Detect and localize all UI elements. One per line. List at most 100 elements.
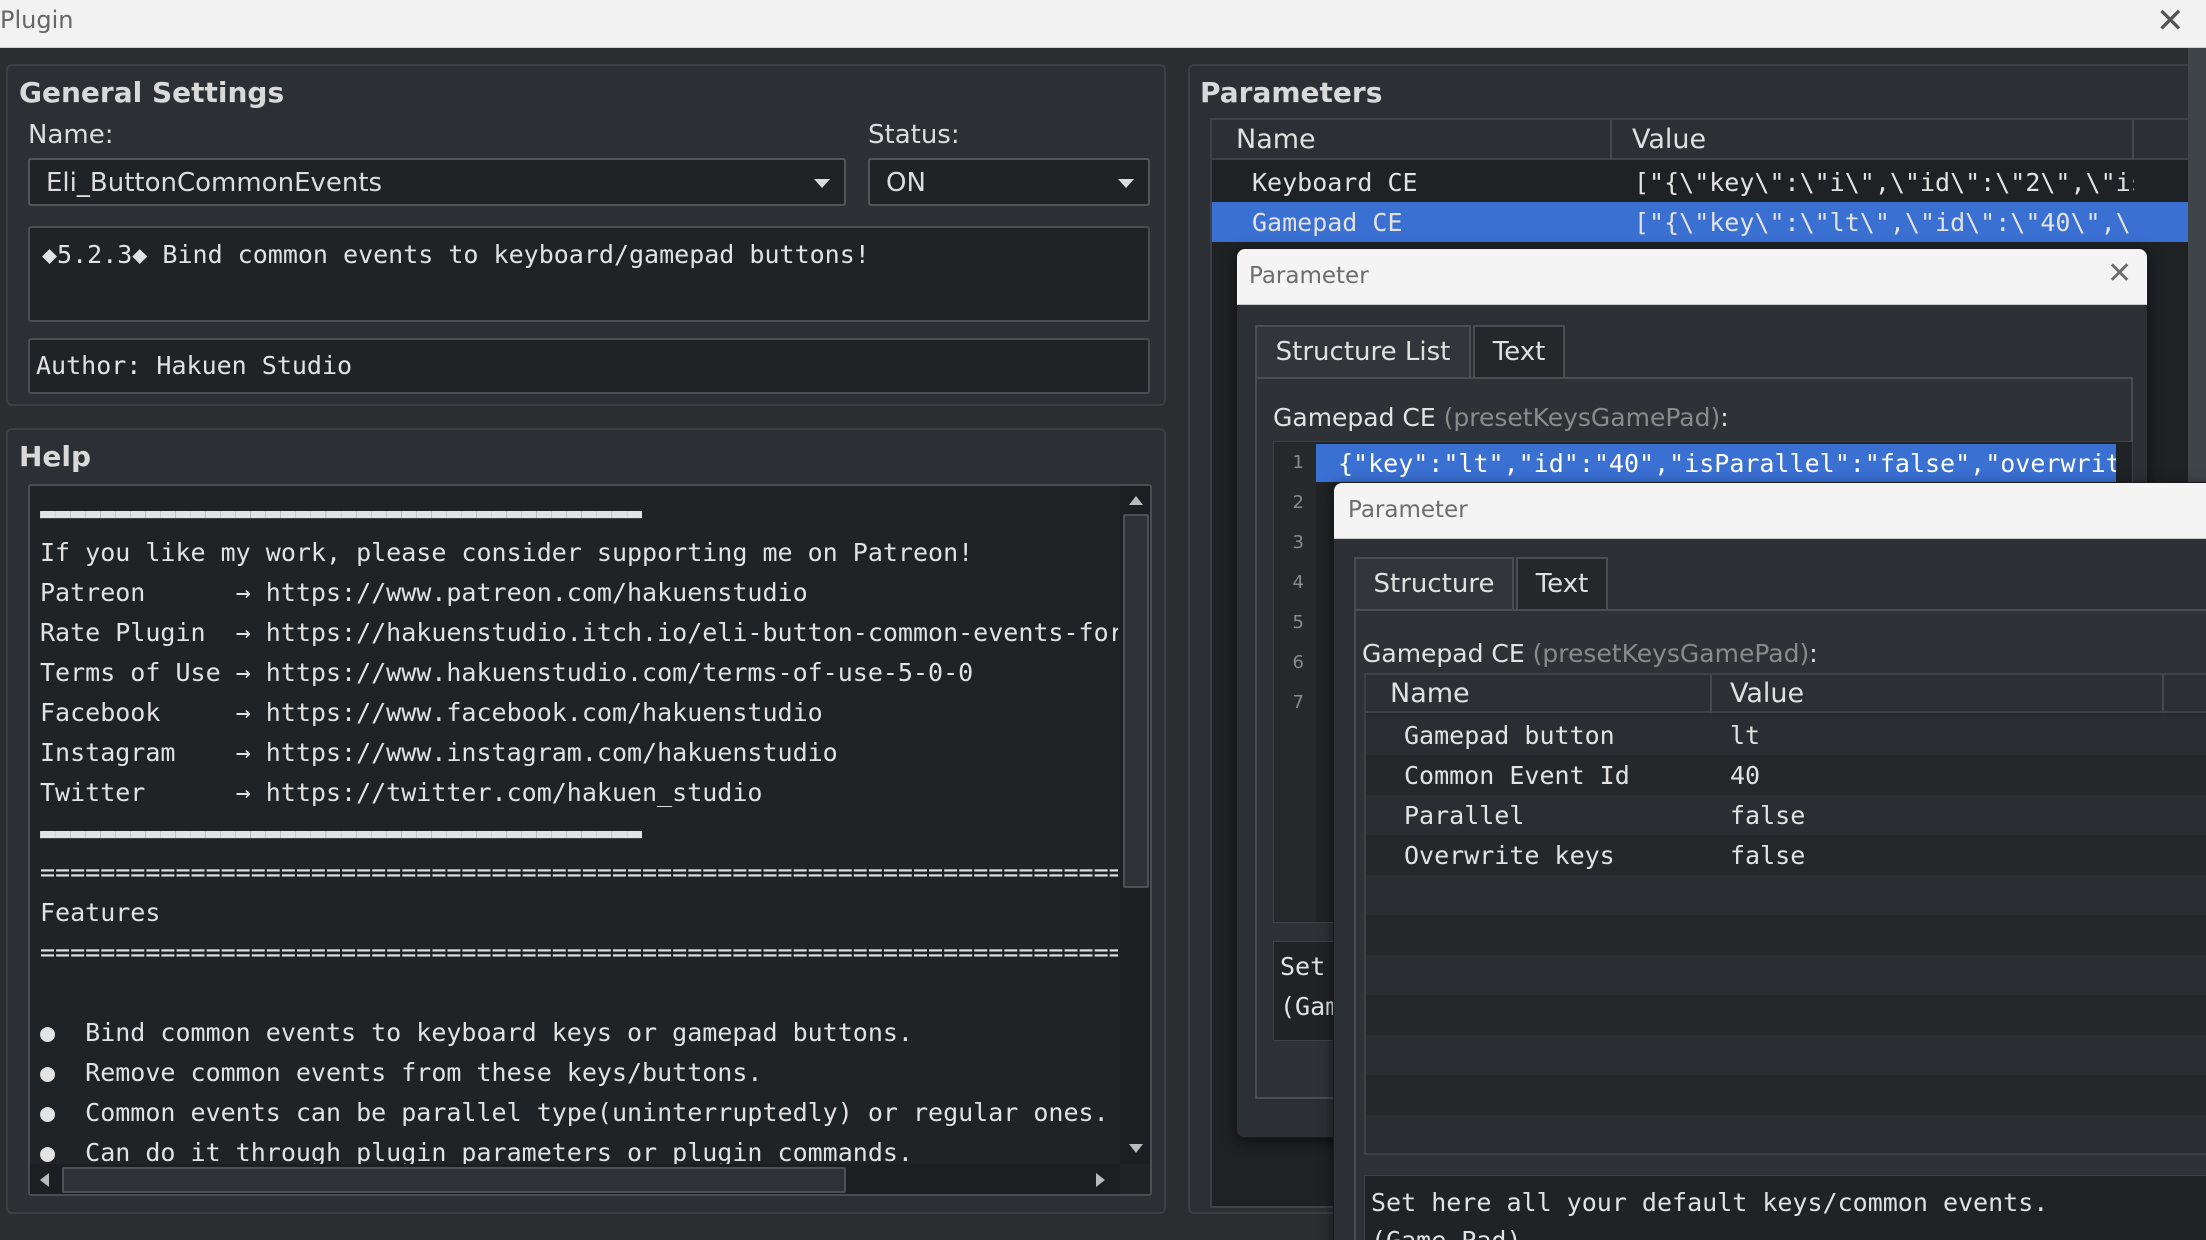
help-line: Patreon → https://www.patreon.com/hakuen…	[40, 578, 808, 607]
param-name: Gamepad CE	[1252, 208, 1403, 237]
help-line: ● Remove common events from these keys/b…	[40, 1058, 763, 1087]
plugin-name-select[interactable]: Eli_ButtonCommonEvents	[28, 158, 846, 206]
col-value-header[interactable]: Value	[1632, 124, 1706, 155]
author-text: Author: Hakuen Studio	[36, 351, 353, 380]
field-name: Parallel	[1404, 801, 1525, 830]
param-name: Gamepad CE	[1362, 639, 1525, 668]
list-item-selected[interactable]: {"key":"lt","id":"40","isParallel":"fals…	[1316, 444, 2116, 482]
parameters-table-header: Name Value	[1212, 120, 2188, 160]
line-number: 3	[1292, 532, 1304, 553]
status-select[interactable]: ON	[868, 158, 1150, 206]
line-number: 1	[1292, 452, 1304, 473]
col-name-header[interactable]: Name	[1236, 124, 1316, 155]
general-settings-panel: General Settings Name: Eli_ButtonCommonE…	[6, 64, 1166, 406]
scroll-right-icon[interactable]	[1096, 1173, 1105, 1187]
help-line: ● Common events can be parallel type(uni…	[40, 1098, 1109, 1127]
help-line: Rate Plugin → https://hakuenstudio.itch.…	[40, 618, 1118, 647]
param-name: Keyboard CE	[1252, 168, 1418, 197]
status-label: Status:	[868, 120, 960, 150]
field-value: false	[1730, 801, 1806, 830]
help-line: Twitter → https://twitter.com/hakuen_stu…	[40, 778, 763, 807]
field-name: Gamepad button	[1404, 721, 1615, 750]
dialog-2-param-heading: Gamepad CE (presetKeysGamePad):	[1362, 639, 1818, 668]
colon: :	[1809, 639, 1818, 668]
field-value: 40	[1730, 761, 1761, 790]
table-row[interactable]: Gamepad button lt	[1366, 715, 2206, 755]
colon: :	[1720, 403, 1729, 432]
tab-text[interactable]: Text	[1473, 325, 1565, 379]
help-line: ========================================…	[40, 858, 1118, 887]
help-line: Features	[40, 898, 161, 927]
help-line: ========================================…	[40, 938, 1118, 967]
help-hscroll-thumb[interactable]	[62, 1167, 846, 1193]
field-value: lt	[1730, 721, 1761, 750]
line-number-gutter: 1 2 3 4 5 6 7	[1274, 442, 1316, 922]
field-value: false	[1730, 841, 1806, 870]
param-name: Gamepad CE	[1273, 403, 1436, 432]
help-horizontal-scrollbar[interactable]	[30, 1164, 1120, 1194]
help-title: Help	[19, 440, 92, 473]
table-row[interactable]: Common Event Id 40	[1366, 755, 2206, 795]
list-item-text: {"key":"lt","id":"40","isParallel":"fals…	[1338, 449, 2116, 478]
line-number: 4	[1292, 572, 1304, 593]
help-line: If you like my work, please consider sup…	[40, 538, 974, 567]
field-name: Common Event Id	[1404, 761, 1630, 790]
general-settings-title: General Settings	[19, 76, 285, 109]
window-titlebar: Plugin ✕	[0, 0, 2206, 48]
structure-table: Name Value Gamepad button lt Common Even…	[1364, 673, 2206, 1155]
scroll-down-icon[interactable]	[1129, 1144, 1143, 1153]
help-line: ▬▬▬▬▬▬▬▬▬▬▬▬▬▬▬▬▬▬▬▬▬▬▬▬▬▬▬▬▬▬▬▬▬▬▬▬▬▬▬▬	[40, 498, 643, 527]
window-close-icon[interactable]: ✕	[2156, 4, 2185, 38]
param-value: ["{\"key\":\"i\",\"id\":\"2\",\"is…	[1634, 168, 2134, 197]
col-name-header[interactable]: Name	[1390, 678, 1470, 709]
help-vscroll-thumb[interactable]	[1123, 514, 1149, 888]
description-line: Set	[1280, 952, 1326, 981]
help-line: ● Can do it through plugin parameters or…	[40, 1138, 913, 1164]
help-line: Facebook → https://www.facebook.com/haku…	[40, 698, 823, 727]
param-key: (presetKeysGamePad)	[1443, 403, 1721, 432]
dialog-2-body: Gamepad CE (presetKeysGamePad): Name Val…	[1354, 609, 2206, 1240]
tab-structure-list[interactable]: Structure List	[1255, 325, 1471, 379]
status-value: ON	[886, 168, 926, 198]
help-line: Instagram → https://www.instagram.com/ha…	[40, 738, 838, 767]
help-line: ● Bind common events to keyboard keys or…	[40, 1018, 913, 1047]
author-field[interactable]: Author: Hakuen Studio	[28, 338, 1150, 394]
description-line: (Gam	[1280, 992, 1341, 1021]
description-line: (Game Pad)	[1371, 1226, 1522, 1240]
description-field[interactable]: ◆5.2.3◆ Bind common events to keyboard/g…	[28, 226, 1150, 322]
param-value: ["{\"key\":\"lt\",\"id\":\"40\",\"…	[1634, 208, 2134, 237]
dialog-2-titlebar: Parameter	[1334, 483, 2206, 539]
dialog-1-param-heading: Gamepad CE (presetKeysGamePad):	[1273, 403, 1729, 432]
parameters-title: Parameters	[1200, 76, 1383, 109]
help-line: Terms of Use → https://www.hakuenstudio.…	[40, 658, 974, 687]
help-panel: Help ▬▬▬▬▬▬▬▬▬▬▬▬▬▬▬▬▬▬▬▬▬▬▬▬▬▬▬▬▬▬▬▬▬▬▬…	[6, 428, 1166, 1214]
col-value-header[interactable]: Value	[1730, 678, 1804, 709]
table-row[interactable]: Parallel false	[1366, 795, 2206, 835]
help-text-viewport: ▬▬▬▬▬▬▬▬▬▬▬▬▬▬▬▬▬▬▬▬▬▬▬▬▬▬▬▬▬▬▬▬▬▬▬▬▬▬▬▬…	[30, 486, 1118, 1164]
dialog-1-titlebar: Parameter ✕	[1237, 249, 2147, 305]
description-text: ◆5.2.3◆ Bind common events to keyboard/g…	[42, 240, 870, 269]
dialog-2-description: Set here all your default keys/common ev…	[1364, 1175, 2206, 1240]
dialog-1-close-icon[interactable]: ✕	[2107, 257, 2132, 291]
parameter-dialog-2: Parameter Structure Text Gamepad CE (pre…	[1333, 482, 2206, 1240]
help-line: ▬▬▬▬▬▬▬▬▬▬▬▬▬▬▬▬▬▬▬▬▬▬▬▬▬▬▬▬▬▬▬▬▬▬▬▬▬▬▬▬	[40, 818, 643, 847]
structure-table-header: Name Value	[1366, 675, 2206, 713]
window-title: Plugin	[0, 6, 74, 34]
line-number: 2	[1292, 492, 1304, 513]
line-number: 5	[1292, 612, 1304, 633]
scroll-up-icon[interactable]	[1129, 496, 1143, 505]
table-row[interactable]: Keyboard CE ["{\"key\":\"i\",\"id\":\"2\…	[1212, 162, 2188, 202]
help-textarea[interactable]: ▬▬▬▬▬▬▬▬▬▬▬▬▬▬▬▬▬▬▬▬▬▬▬▬▬▬▬▬▬▬▬▬▬▬▬▬▬▬▬▬…	[28, 484, 1152, 1196]
tab-text[interactable]: Text	[1516, 557, 1608, 611]
help-vertical-scrollbar[interactable]	[1120, 486, 1150, 1164]
param-key: (presetKeysGamePad)	[1532, 639, 1810, 668]
tab-structure[interactable]: Structure	[1354, 557, 1514, 611]
table-row-selected[interactable]: Gamepad CE ["{\"key\":\"lt\",\"id\":\"40…	[1212, 202, 2188, 242]
plugin-name-value: Eli_ButtonCommonEvents	[46, 168, 383, 198]
table-row[interactable]: Overwrite keys false	[1366, 835, 2206, 875]
field-name: Overwrite keys	[1404, 841, 1615, 870]
name-label: Name:	[28, 120, 114, 150]
scroll-left-icon[interactable]	[40, 1173, 49, 1187]
chevron-down-icon	[1118, 179, 1134, 188]
chevron-down-icon	[814, 179, 830, 188]
